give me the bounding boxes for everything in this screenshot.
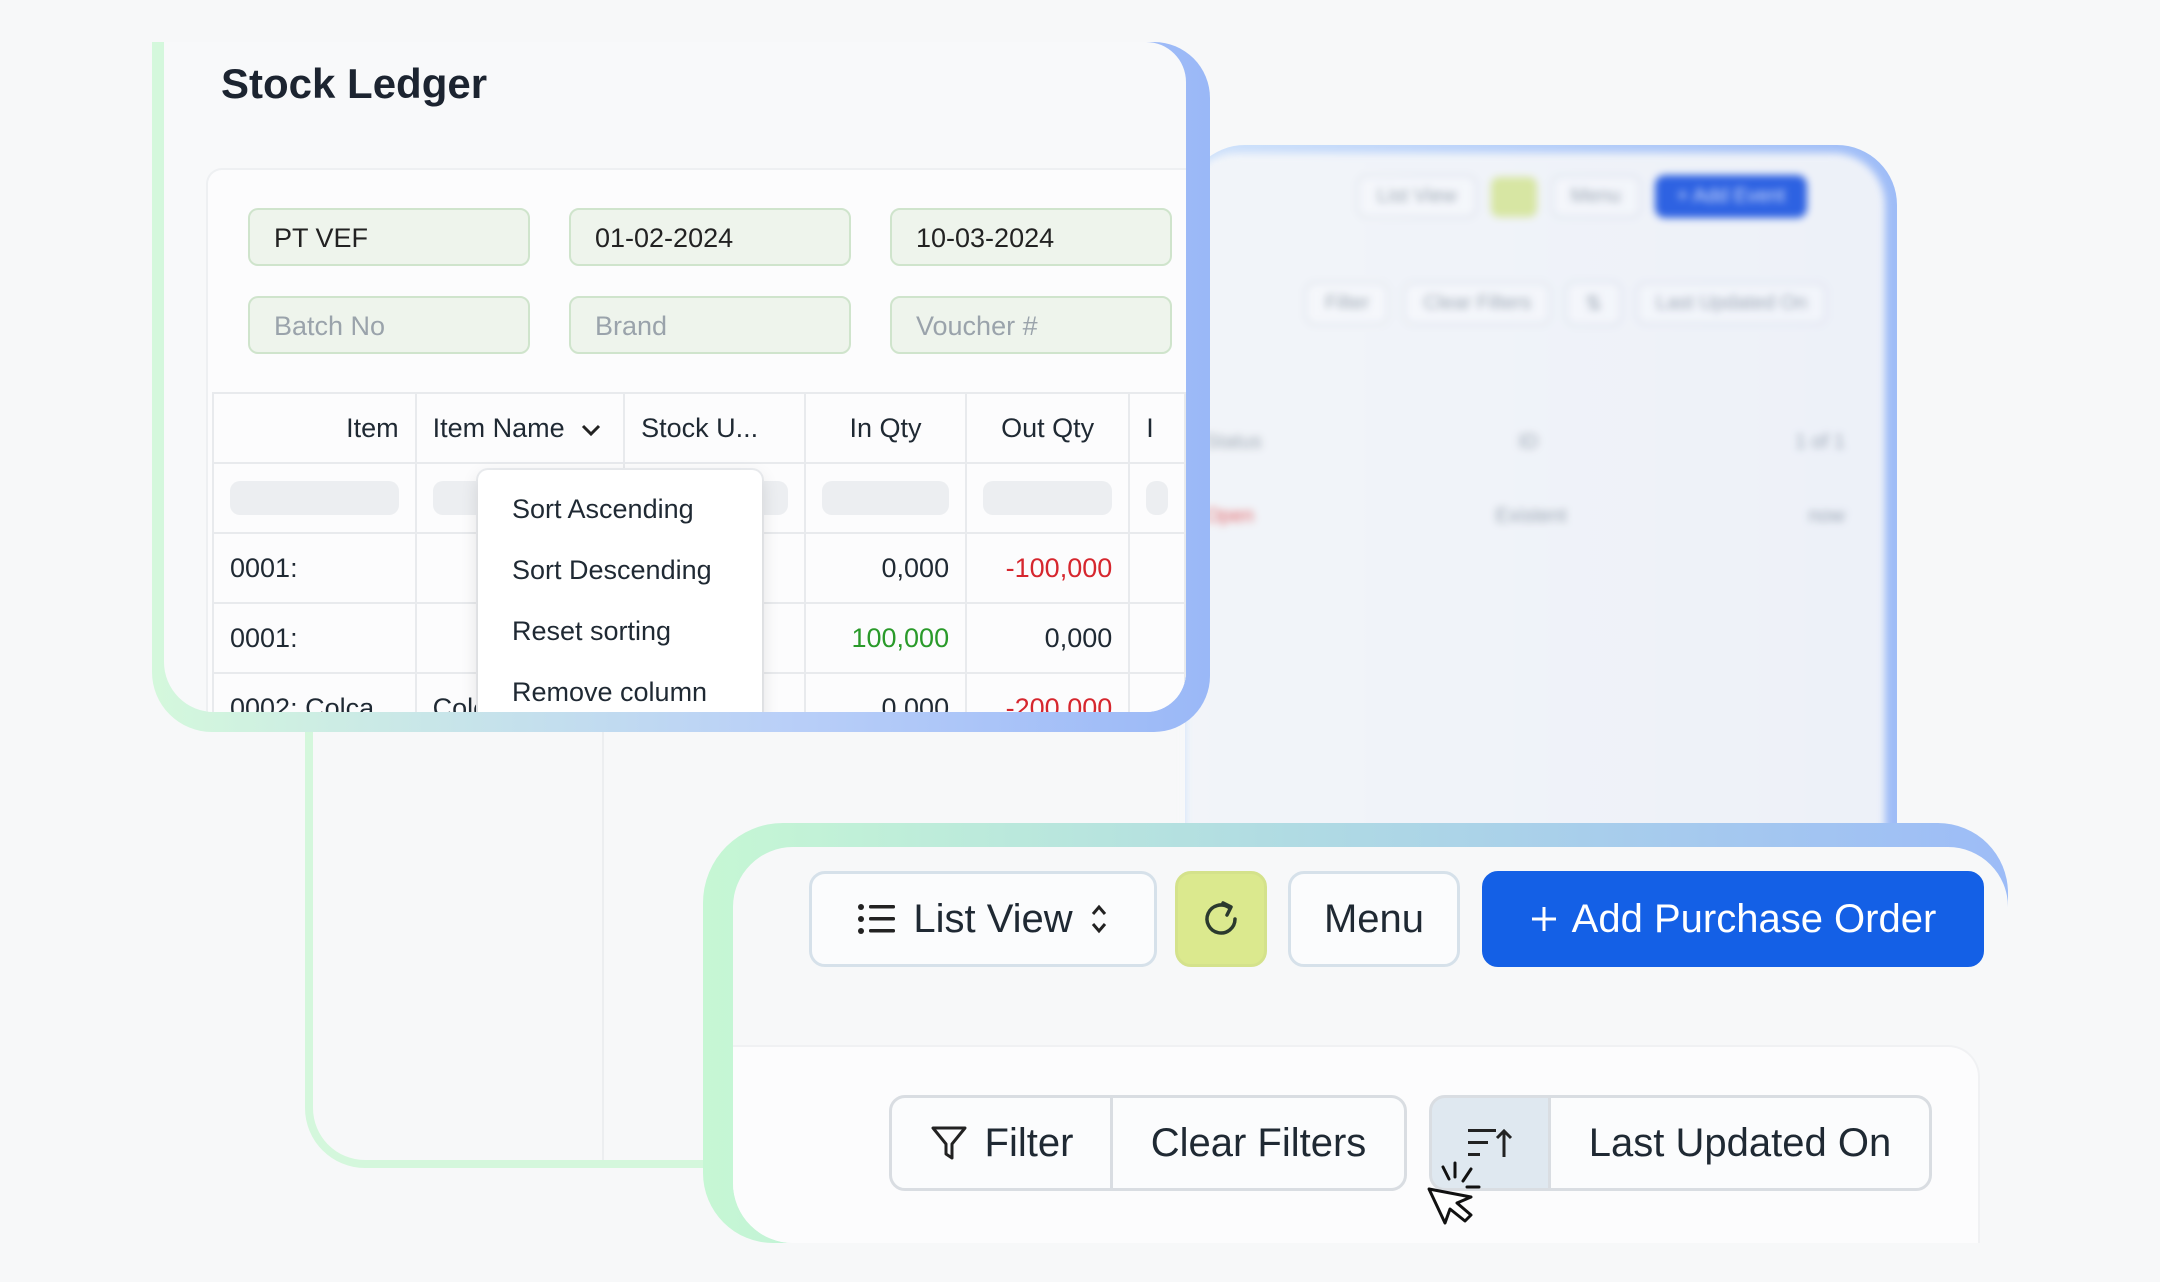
list-view-label: List View (913, 896, 1073, 941)
add-purchase-order-button[interactable]: Add Purchase Order (1482, 871, 1984, 967)
clear-filters-button[interactable]: Clear Filters (1110, 1095, 1407, 1191)
bg-row-status: Open (1205, 505, 1254, 527)
from-date-field[interactable]: 01-02-2024 (569, 208, 851, 266)
bg-menu-button: Menu (1550, 175, 1641, 218)
decorative-divider (602, 720, 604, 1160)
toolbar-card: List View Menu Add Purchase Order Filter (733, 847, 2008, 1243)
sort-by-button[interactable]: Last Updated On (1548, 1095, 1932, 1191)
column-header-stock-uom[interactable]: Stock U... (623, 392, 807, 464)
click-cursor-icon (1427, 1161, 1481, 1225)
cell-next (1128, 532, 1186, 604)
company-field[interactable]: PT VEF (248, 208, 530, 266)
cell-out-qty: -100,000 (965, 532, 1131, 604)
to-date-field[interactable]: 10-03-2024 (890, 208, 1172, 266)
bg-clear-filters-button: Clear Filters (1403, 282, 1552, 325)
column-header-label: Item Name (432, 412, 565, 443)
page-title: Stock Ledger (221, 60, 488, 107)
decorative-frame (305, 690, 725, 1168)
bg-id-header: ID (1518, 431, 1539, 453)
cell-out-qty: -200,000 (965, 672, 1131, 712)
chevron-up-down-icon (1091, 904, 1106, 934)
cell-item: 0002: Colca (212, 672, 417, 712)
refresh-button[interactable] (1175, 871, 1267, 967)
bg-list-header: Status ID 1 of 1 (1205, 431, 1845, 454)
plus-icon (1531, 907, 1556, 931)
add-purchase-order-label: Add Purchase Order (1571, 896, 1937, 941)
filter-cell[interactable] (1128, 462, 1186, 534)
bg-list-view-button: List View (1357, 175, 1477, 218)
brand-input[interactable]: Brand (569, 296, 851, 354)
refresh-icon (1205, 901, 1237, 935)
table-header-row: Item Item Name Stock U... In Qty Out Qty… (212, 392, 1186, 464)
bg-filters: Filter Clear Filters ⇅ Last Updated On (1305, 281, 1828, 326)
column-header-item[interactable]: Item (212, 392, 417, 464)
filter-cell[interactable] (804, 462, 968, 534)
stock-ledger-card-frame: Stock Ledger PT VEF 01-02-2024 10-03-202… (152, 42, 1210, 732)
bg-status-header: Status (1205, 431, 1262, 453)
column-header-next[interactable]: I (1128, 392, 1186, 464)
bg-list-row: Open Existent now (1205, 505, 1845, 528)
chevron-down-icon[interactable] (580, 423, 602, 437)
bg-toolbar: List View Menu + Add Event (1357, 175, 1808, 218)
list-icon (858, 904, 896, 934)
cell-next (1128, 602, 1186, 674)
menu-item-reset-sorting[interactable]: Reset sorting (478, 602, 762, 663)
bg-add-button: + Add Event (1654, 175, 1808, 218)
batch-no-input[interactable]: Batch No (248, 296, 530, 354)
cell-next (1128, 672, 1186, 712)
filter-cell[interactable] (965, 462, 1131, 534)
background-window: List View Menu + Add Event Filter Clear … (1185, 145, 1897, 835)
bg-row-time: now (1808, 505, 1845, 527)
bg-filter-button: Filter (1305, 282, 1390, 325)
cell-in-qty: 100,000 (804, 602, 968, 674)
voucher-input[interactable]: Voucher # (890, 296, 1172, 354)
filter-label: Filter (984, 1120, 1074, 1165)
cell-item: 0001: (212, 602, 417, 674)
cell-item: 0001: (212, 532, 417, 604)
bg-count: 1 of 1 (1794, 431, 1845, 453)
bg-sort-icon: ⇅ (1565, 281, 1623, 326)
column-header-in-qty[interactable]: In Qty (804, 392, 968, 464)
list-view-button[interactable]: List View (809, 871, 1157, 967)
cell-out-qty: 0,000 (965, 602, 1131, 674)
cell-in-qty: 0,000 (804, 672, 968, 712)
filter-icon (931, 1126, 967, 1160)
menu-item-sort-ascending[interactable]: Sort Ascending (478, 480, 762, 541)
menu-item-remove-column[interactable]: Remove column (478, 663, 762, 712)
menu-item-sort-descending[interactable]: Sort Descending (478, 541, 762, 602)
column-context-menu: Sort Ascending Sort Descending Reset sor… (478, 470, 762, 712)
bg-row-id: Existent (1495, 505, 1567, 527)
bg-refresh-button (1490, 176, 1537, 217)
toolbar-card-frame: List View Menu Add Purchase Order Filter (703, 823, 2008, 1243)
filter-cell[interactable] (212, 462, 417, 534)
cell-in-qty: 0,000 (804, 532, 968, 604)
stock-ledger-card: Stock Ledger PT VEF 01-02-2024 10-03-202… (164, 42, 1186, 712)
column-header-item-name[interactable]: Item Name (414, 392, 626, 464)
column-header-out-qty[interactable]: Out Qty (965, 392, 1131, 464)
menu-button[interactable]: Menu (1288, 871, 1460, 967)
bg-sort-button: Last Updated On (1636, 282, 1828, 325)
filter-button[interactable]: Filter (889, 1095, 1113, 1191)
